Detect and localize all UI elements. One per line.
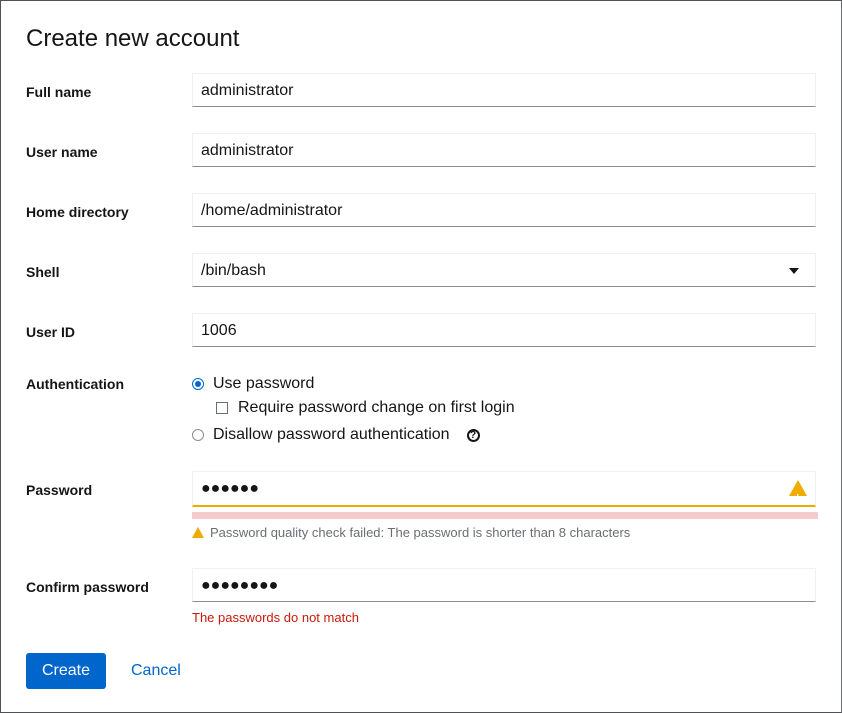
shell-value: /bin/bash — [201, 262, 266, 279]
disallow-password-label: Disallow password authentication — [213, 426, 450, 443]
confirm-password-label: Confirm password — [26, 579, 149, 595]
disallow-password-radio[interactable]: Disallow password authentication ? — [192, 426, 480, 444]
shell-select[interactable]: /bin/bash — [192, 253, 816, 287]
radio-selected-icon[interactable] — [192, 378, 204, 390]
chevron-down-icon — [789, 268, 799, 274]
confirm-password-error: The passwords do not match — [192, 610, 359, 625]
home-directory-input[interactable]: /home/administrator — [192, 193, 816, 227]
require-change-checkbox[interactable]: Require password change on first login — [216, 399, 515, 417]
radio-unselected-icon[interactable] — [192, 429, 204, 441]
require-change-label: Require password change on first login — [238, 399, 515, 416]
use-password-radio[interactable]: Use password — [192, 375, 314, 393]
dialog: Create new account Full name administrat… — [0, 0, 842, 713]
shell-label: Shell — [26, 264, 60, 280]
user-id-input[interactable]: 1006 — [192, 313, 816, 347]
password-strength-bar — [192, 512, 818, 519]
password-input[interactable]: ●●●●●● — [192, 471, 816, 515]
password-value: ●●●●●● — [201, 480, 259, 497]
dialog-title: Create new account — [26, 25, 240, 52]
warning-icon — [192, 527, 204, 538]
password-label: Password — [26, 482, 93, 498]
use-password-label: Use password — [213, 375, 315, 392]
full-name-input[interactable]: administrator — [192, 73, 816, 107]
cancel-button[interactable]: Cancel — [119, 653, 193, 689]
warning-icon — [789, 480, 807, 515]
help-icon[interactable]: ? — [466, 428, 480, 442]
create-button[interactable]: Create — [26, 653, 106, 689]
user-name-input[interactable]: administrator — [192, 133, 816, 167]
authentication-label: Authentication — [26, 376, 124, 392]
home-directory-label: Home directory — [26, 204, 129, 220]
confirm-password-input[interactable]: ●●●●●●●● — [192, 568, 816, 602]
user-name-label: User name — [26, 144, 98, 160]
password-warning-text: Password quality check failed: The passw… — [210, 525, 631, 540]
password-warning: Password quality check failed: The passw… — [192, 525, 630, 540]
checkbox-icon[interactable] — [216, 402, 228, 414]
full-name-label: Full name — [26, 84, 92, 100]
user-id-label: User ID — [26, 324, 76, 340]
